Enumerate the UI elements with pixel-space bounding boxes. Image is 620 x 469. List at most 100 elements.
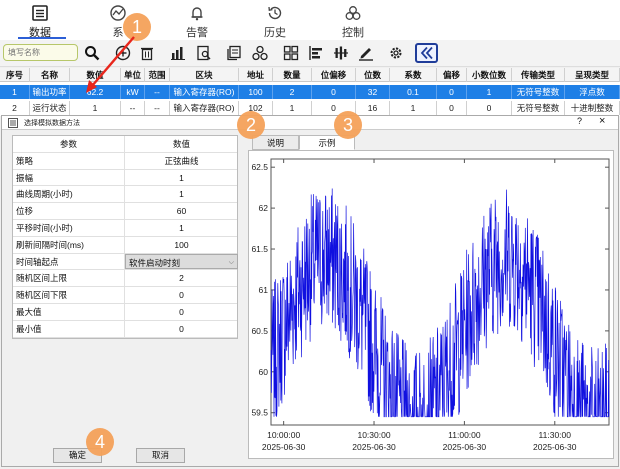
table-cell: 0 <box>437 85 467 99</box>
parameter-value: 1 <box>179 222 184 233</box>
parameter-value-field[interactable]: 正弦曲线 <box>125 153 238 169</box>
active-tab-indicator <box>18 37 66 39</box>
help-button[interactable]: ? <box>577 116 582 126</box>
series-line <box>270 188 610 418</box>
inspect-button[interactable] <box>194 43 214 63</box>
table-cell: 0 <box>437 101 467 115</box>
nodes-icon <box>252 45 268 61</box>
column-header: 地址 <box>239 68 273 82</box>
parameter-value: 2 <box>179 273 184 284</box>
copy-button[interactable] <box>224 43 244 63</box>
parameter-value-field[interactable]: 60 <box>125 203 238 219</box>
parameter-row: 最大值 0 <box>13 303 238 321</box>
parameter-row: 位移 60 <box>13 203 237 220</box>
table-cell: -- <box>145 85 170 99</box>
parameter-name: 振幅 <box>13 169 125 186</box>
parameter-value-field[interactable]: 0 <box>125 304 238 320</box>
nav-label: 控制 <box>342 27 364 39</box>
pen-icon <box>359 48 373 61</box>
app-icon <box>8 118 18 128</box>
parameter-value-field[interactable]: 2 <box>125 270 238 286</box>
time-origin-select[interactable]: 软件启动时刻 ⌵ <box>125 253 238 270</box>
parameter-row: 最小值 0 <box>13 320 238 338</box>
parameter-name: 时间轴起点 <box>13 253 125 270</box>
column-header: 传输类型 <box>512 68 565 82</box>
column-header: 位偏移 <box>312 68 356 82</box>
align-left-button[interactable] <box>306 43 326 63</box>
y-tick-label: 61 <box>259 285 269 295</box>
table-cell: 1 <box>0 85 30 99</box>
collapse-button[interactable] <box>415 43 438 63</box>
parameter-row: 振幅 1 <box>13 169 238 187</box>
parameter-header-row: 参数 数值 <box>13 136 237 153</box>
bell-icon <box>191 7 203 21</box>
table-cell: 0 <box>467 101 512 115</box>
y-tick-label: 60 <box>259 367 269 377</box>
annotation-marker: 3 <box>334 111 362 139</box>
parameter-name: 随机区间上限 <box>13 270 125 287</box>
table-cell: 2 <box>273 85 312 99</box>
double-chevron-left-icon <box>420 46 433 60</box>
x-tick-label: 10:30:00 <box>357 430 390 440</box>
nav-tab-data[interactable]: 数据 <box>10 4 70 40</box>
table-cell: 输入寄存器(RO) <box>170 101 239 115</box>
x-tick-date-label: 2025-06-30 <box>262 442 306 452</box>
column-header: 序号 <box>0 68 30 82</box>
nav-tab-alarm[interactable]: 告警 <box>167 4 227 40</box>
parameter-value-field[interactable]: 0 <box>125 321 238 337</box>
chart-button[interactable] <box>168 43 188 63</box>
annotation-arrow-icon <box>86 36 135 93</box>
column-header: 区块 <box>170 68 239 82</box>
parameter-value-field[interactable]: 100 <box>125 237 238 253</box>
parameter-value: 正弦曲线 <box>164 155 199 166</box>
list-icon <box>32 5 48 21</box>
parameter-row: 刷新间隔时间(ms) 100 <box>13 236 238 254</box>
nav-tab-control[interactable]: 控制 <box>323 4 383 40</box>
table-cell: 1 <box>390 101 437 115</box>
edit-button[interactable] <box>356 43 376 63</box>
table-cell: 32 <box>356 85 390 99</box>
y-tick-label: 60.5 <box>251 326 268 336</box>
parameter-table: 参数 数值 策略 正弦曲线 振幅 1 曲线周期(小时) 1 位移 60 平移时间(小时) 1 刷新间隔时… <box>12 135 238 339</box>
tab-description[interactable]: 说明 <box>252 135 299 150</box>
table-cell: 2 <box>0 101 30 115</box>
parameter-name: 最大值 <box>13 303 125 320</box>
parameter-row: 随机区间下限 0 <box>13 287 237 304</box>
align-columns-button[interactable] <box>331 43 351 63</box>
nav-tab-history[interactable]: 历史 <box>245 4 305 40</box>
table-cell: 0.1 <box>390 85 437 99</box>
table-cell: 浮点数 <box>565 85 620 99</box>
parameter-value-field[interactable]: 0 <box>125 287 238 303</box>
annotation-marker: 2 <box>237 111 265 139</box>
parameter-value-field[interactable]: 1 <box>125 186 238 202</box>
settings-button[interactable] <box>386 43 406 63</box>
table-cell: 16 <box>356 101 390 115</box>
column-header: 系数 <box>390 68 437 82</box>
table-cell: 100 <box>239 85 273 99</box>
grid-view-button[interactable] <box>281 43 301 63</box>
parameter-name: 平移时间(小时) <box>13 219 125 236</box>
search-input[interactable] <box>3 44 78 61</box>
table-cell: -- <box>145 101 170 115</box>
table-cell: 无符号整数 <box>512 85 565 99</box>
delete-button[interactable] <box>137 43 157 63</box>
parameter-name: 曲线周期(小时) <box>13 186 125 203</box>
column-header: 数值 <box>172 139 190 149</box>
grid-icon <box>283 45 299 61</box>
group-button[interactable] <box>250 43 270 63</box>
parameter-value-field[interactable]: 1 <box>125 220 238 236</box>
table-cell: 0 <box>312 85 356 99</box>
parameter-name: 随机区间下限 <box>13 287 125 303</box>
x-tick-label: 11:30:00 <box>539 430 572 440</box>
parameter-name: 策略 <box>13 152 125 169</box>
close-button[interactable]: × <box>599 115 605 127</box>
annotation-marker: 4 <box>86 428 114 456</box>
x-tick-date-label: 2025-06-30 <box>533 442 577 452</box>
parameter-value: 1 <box>179 172 184 183</box>
parameter-value-field[interactable]: 1 <box>125 170 238 186</box>
cancel-button[interactable]: 取消 <box>136 448 185 463</box>
parameter-row: 随机区间上限 2 <box>13 270 238 288</box>
table-cell: 输入寄存器(RO) <box>170 85 239 99</box>
trash-icon <box>141 47 153 61</box>
table-row[interactable]: 2 运行状态 1 -- -- 输入寄存器(RO) 102 1 0 16 1 0 0 无符号整数 十进制整数 <box>0 101 620 115</box>
